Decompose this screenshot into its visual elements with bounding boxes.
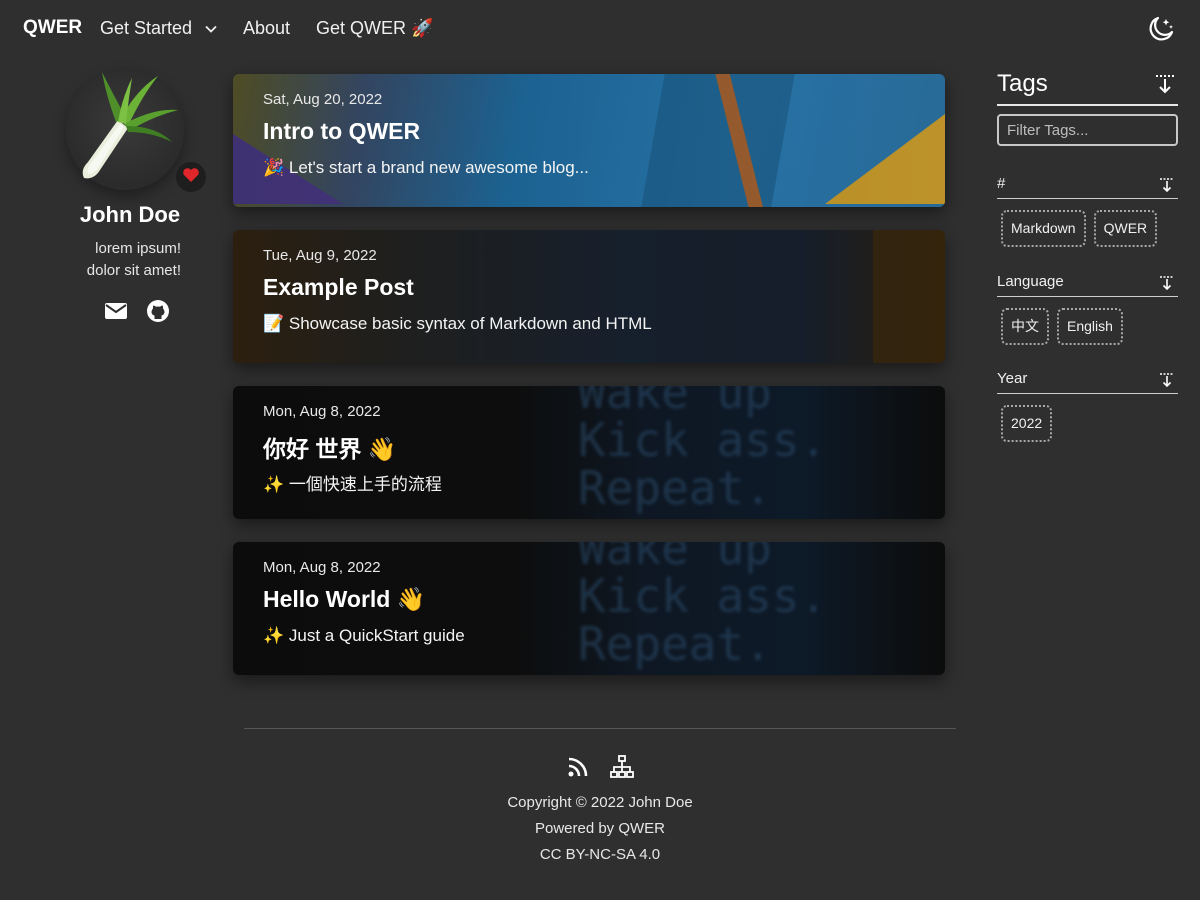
post-date: Sat, Aug 20, 2022: [263, 91, 383, 108]
post-summary: ✨ Just a QuickStart guide: [263, 626, 465, 645]
post-title[interactable]: Hello World 👋: [263, 586, 425, 613]
nav-about-label: About: [243, 18, 291, 38]
tag-group-title: #: [997, 175, 1006, 192]
footer-icons: [566, 755, 634, 779]
social-links: [104, 299, 170, 323]
rss-icon[interactable]: [566, 755, 590, 779]
tags-title: Tags: [997, 70, 1048, 97]
footer-copyright: Copyright © 2022 John Doe: [507, 794, 693, 811]
tag-chip[interactable]: English: [1057, 308, 1123, 345]
post-date: Mon, Aug 8, 2022: [263, 559, 381, 576]
footer-powered-by[interactable]: Powered by QWER: [0, 820, 1200, 837]
tag-group-header-year[interactable]: Year: [997, 366, 1178, 394]
profile-bio: lorem ipsum! dolor sit amet!: [87, 238, 181, 282]
github-icon[interactable]: [146, 299, 170, 323]
nav-get-qwer[interactable]: Get QWER 🚀: [316, 18, 433, 39]
post-card[interactable]: Wake up Kick ass. Repeat. Mon, Aug 8, 20…: [233, 542, 945, 675]
avatar: [66, 70, 206, 192]
sort-descending-icon[interactable]: [1159, 275, 1175, 291]
post-title[interactable]: Intro to QWER: [263, 118, 420, 145]
post-card[interactable]: Wake up Kick ass. Repeat. Mon, Aug 8, 20…: [233, 386, 945, 519]
post-card[interactable]: Sat, Aug 20, 2022 Intro to QWER 🎉 Let's …: [233, 74, 945, 207]
nav-get-started-label: Get Started: [100, 18, 193, 38]
post-title[interactable]: 你好 世界 👋: [263, 430, 396, 464]
sort-descending-icon[interactable]: [1159, 177, 1175, 193]
email-icon[interactable]: [104, 299, 128, 323]
tag-chip-row: 中文 English: [1001, 308, 1123, 345]
moon-stars-icon[interactable]: [1146, 14, 1176, 44]
post-summary: 🎉 Let's start a brand new awesome blog..…: [263, 158, 589, 177]
tag-chip[interactable]: 2022: [1001, 405, 1053, 442]
tag-group-header-language[interactable]: Language: [997, 269, 1178, 297]
profile-name: John Doe: [79, 202, 181, 227]
post-summary: 📝 Showcase basic syntax of Markdown and …: [263, 314, 652, 333]
post-date: Mon, Aug 8, 2022: [263, 403, 381, 420]
filter-tags-input[interactable]: [997, 114, 1178, 146]
post-title[interactable]: Example Post: [263, 274, 414, 301]
post-summary: ✨ 一個快速上手的流程: [263, 475, 442, 494]
sitemap-icon[interactable]: [610, 755, 634, 779]
post-date: Tue, Aug 9, 2022: [263, 247, 377, 264]
leek-avatar: [82, 72, 178, 179]
brand-logo[interactable]: QWER: [23, 17, 82, 39]
tag-group-header-hash[interactable]: #: [997, 171, 1178, 199]
tag-chip[interactable]: 中文: [1001, 308, 1049, 345]
nav-about[interactable]: About: [243, 18, 290, 39]
nav-get-started[interactable]: Get Started: [100, 18, 218, 39]
footer-divider: [244, 728, 956, 729]
sort-descending-icon[interactable]: [1154, 73, 1176, 95]
tag-chip-row: Markdown QWER: [1001, 210, 1158, 247]
bio-line: lorem ipsum!: [95, 240, 181, 257]
heart-icon: [182, 167, 200, 188]
bio-line: dolor sit amet!: [86, 262, 181, 279]
sort-descending-icon[interactable]: [1159, 372, 1175, 388]
heart-badge: [176, 162, 206, 192]
nav-get-qwer-label: Get QWER 🚀: [316, 18, 434, 38]
post-card[interactable]: Tue, Aug 9, 2022 Example Post 📝 Showcase…: [233, 230, 945, 363]
tag-group-title: Language: [997, 273, 1064, 290]
tags-header: Tags: [997, 66, 1178, 106]
tag-chip-row: 2022: [1001, 405, 1053, 442]
footer-license[interactable]: CC BY-NC-SA 4.0: [0, 846, 1200, 863]
chevron-down-icon: [204, 22, 218, 36]
top-nav: QWER Get Started About Get QWER 🚀: [0, 0, 1200, 58]
tag-chip[interactable]: Markdown: [1001, 210, 1086, 247]
tag-group-title: Year: [997, 370, 1028, 387]
tag-chip[interactable]: QWER: [1093, 210, 1158, 247]
